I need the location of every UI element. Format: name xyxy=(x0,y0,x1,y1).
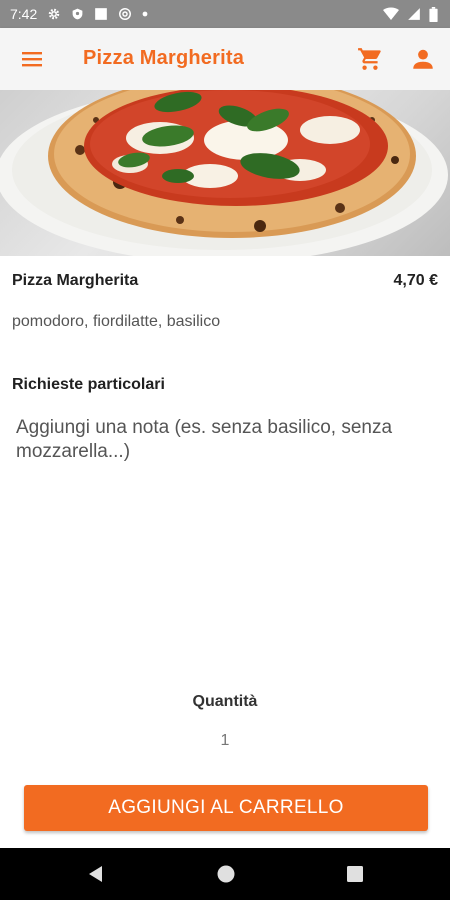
dot-icon xyxy=(142,11,148,17)
wifi-icon xyxy=(383,7,399,20)
product-price: 4,70 € xyxy=(393,272,438,289)
cart-icon[interactable] xyxy=(357,46,383,72)
add-to-cart-button[interactable]: AGGIUNGI AL CARRELLO xyxy=(24,785,428,831)
square-icon xyxy=(95,8,108,20)
product-ingredients: pomodoro, fiordilatte, basilico xyxy=(12,313,221,330)
notes-label: Richieste particolari xyxy=(12,376,165,393)
gear-icon xyxy=(49,8,60,20)
status-time: 7:42 xyxy=(10,6,38,22)
menu-icon[interactable] xyxy=(20,47,44,71)
pizza-illustration xyxy=(0,90,448,256)
quantity-value[interactable]: 1 xyxy=(0,732,450,750)
at-sign-icon xyxy=(119,8,132,20)
page-title: Pizza Margherita xyxy=(83,47,245,69)
shield-icon xyxy=(72,8,83,20)
back-icon[interactable] xyxy=(86,864,106,884)
battery-icon xyxy=(429,6,438,22)
product-name: Pizza Margherita xyxy=(12,272,139,289)
signal-icon xyxy=(408,8,420,20)
product-image xyxy=(0,90,450,256)
status-bar: 7:42 xyxy=(0,0,450,28)
account-icon[interactable] xyxy=(410,46,436,72)
home-icon[interactable] xyxy=(216,864,236,884)
app-bar: Pizza Margherita xyxy=(0,28,450,90)
quantity-label: Quantità xyxy=(192,693,258,710)
recents-icon[interactable] xyxy=(345,864,365,884)
notes-input[interactable] xyxy=(10,410,442,672)
navigation-bar xyxy=(0,848,450,900)
